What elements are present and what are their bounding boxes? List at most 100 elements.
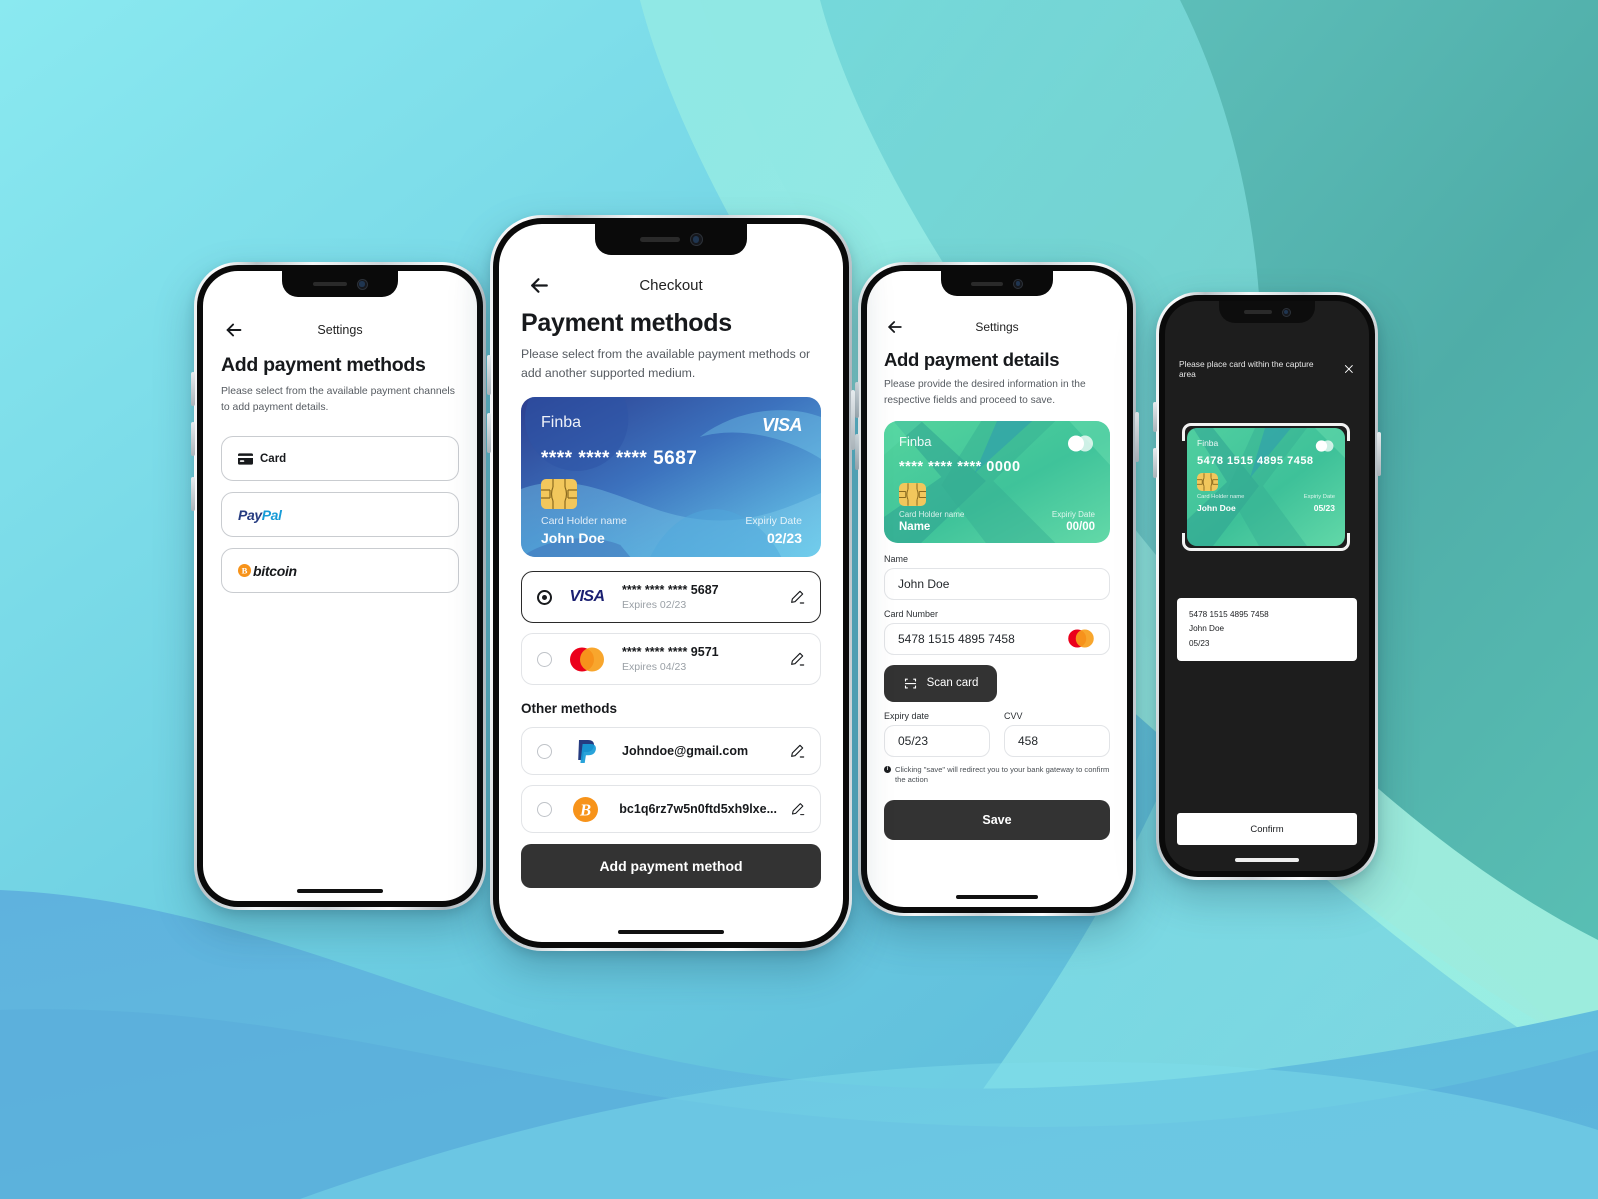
svg-text:B: B	[242, 566, 248, 576]
volume-up-button[interactable]	[1153, 402, 1157, 432]
card-holder-label: Card Holder name	[899, 509, 965, 519]
scan-frame-icon	[904, 678, 916, 689]
power-button[interactable]	[1377, 432, 1381, 476]
method-row-mastercard[interactable]: **** **** **** 9571 Expires 04/23	[521, 633, 821, 686]
name-input[interactable]: John Doe	[884, 567, 1110, 600]
method-row-visa[interactable]: VISA **** **** **** 5687 Expires 02/23	[521, 571, 821, 624]
card-holder-name: Name	[899, 520, 931, 533]
radio-mastercard[interactable]	[537, 651, 552, 667]
capture-area: Finba 5478 1515 4895 7458 Card Holder na…	[1182, 423, 1350, 551]
earpiece-speaker	[1243, 310, 1272, 314]
volume-up-button[interactable]	[487, 355, 491, 395]
method-row-paypal[interactable]: Johndoe@gmail.com	[521, 727, 821, 776]
card-expiry-label: Expiriy Date	[1303, 494, 1335, 500]
phone-checkout: Checkout Payment methods Please select f…	[487, 215, 855, 951]
front-camera-icon	[689, 233, 703, 246]
confirm-button-label: Confirm	[1250, 823, 1284, 835]
credit-card-icon	[238, 453, 253, 465]
card-number: **** **** **** 5687	[541, 448, 698, 470]
phone1-option-list: Card PayPal B bitcoin	[221, 436, 459, 594]
front-camera-icon	[1013, 278, 1023, 289]
paypal-logo	[565, 738, 609, 764]
volume-up-button[interactable]	[191, 372, 195, 406]
card-holder-label: Card Holder name	[1197, 494, 1245, 500]
card-number-field-label: Card Number	[884, 608, 939, 619]
bitcoin-logo: B	[565, 796, 606, 822]
expiry-input[interactable]: 05/23	[884, 724, 990, 757]
pencil-icon[interactable]	[790, 801, 805, 817]
card-holder-name: John Doe	[541, 530, 605, 547]
volume-up-button[interactable]	[855, 382, 859, 418]
pencil-icon[interactable]	[789, 589, 805, 605]
volume-down-button[interactable]	[855, 434, 859, 470]
cvv-field-label: CVV	[1004, 710, 1023, 721]
phone3-nav-title: Settings	[975, 320, 1019, 334]
saved-cards-list: VISA **** **** **** 5687 Expires 02/23 *…	[521, 571, 821, 686]
card-content: Finba 5478 1515 4895 7458 Card Holder na…	[1187, 428, 1345, 546]
power-button[interactable]	[851, 390, 855, 450]
card-holder-label: Card Holder name	[541, 515, 627, 528]
capture-edge-top	[1216, 423, 1316, 426]
mastercard-logo	[1315, 439, 1335, 457]
volume-down-button[interactable]	[487, 413, 491, 453]
option-paypal[interactable]: PayPal	[221, 492, 459, 538]
method-visa-number: **** **** **** 5687	[622, 583, 719, 598]
option-card-label: Card	[260, 452, 287, 465]
phone4-screen: Please place card within the capture are…	[1165, 301, 1369, 871]
scan-result-panel: 5478 1515 4895 7458 John Doe 05/23	[1177, 598, 1357, 662]
confirm-button[interactable]: Confirm	[1177, 813, 1357, 845]
card-number-input[interactable]: 5478 1515 4895 7458	[884, 622, 1110, 655]
volume-down-button[interactable]	[1153, 448, 1157, 478]
card-brand-name: Finba	[541, 414, 582, 432]
front-camera-icon	[356, 278, 368, 290]
option-card[interactable]: Card	[221, 436, 459, 482]
scan-result-expiry: 05/23	[1189, 638, 1210, 648]
save-button-label: Save	[982, 813, 1012, 828]
front-camera-icon	[1281, 307, 1291, 317]
method-row-bitcoin[interactable]: B bc1q6rz7w5n0ftd5xh9lxe...	[521, 785, 821, 834]
option-bitcoin[interactable]: B bitcoin	[221, 548, 459, 594]
earpiece-speaker	[971, 281, 1003, 286]
pencil-icon[interactable]	[789, 651, 805, 667]
payment-form: Name John Doe Card Number 5478 1515 4895…	[884, 554, 1110, 841]
save-button[interactable]: Save	[884, 800, 1110, 841]
card-content: Finba VISA **** **** **** 5687 Card Hold…	[521, 397, 821, 557]
earpiece-speaker	[639, 237, 680, 242]
mastercard-logo	[1067, 435, 1095, 457]
card-chip-icon	[541, 479, 577, 510]
paypal-logo: PayPal	[238, 506, 282, 523]
scan-card-button[interactable]: Scan card	[884, 664, 997, 702]
option-bitcoin-label: bitcoin	[253, 562, 297, 579]
method-bitcoin-address: bc1q6rz7w5n0ftd5xh9lxe...	[619, 802, 777, 817]
pencil-icon[interactable]	[789, 743, 805, 759]
card-brand-name: Finba	[899, 433, 932, 449]
add-payment-method-label: Add payment method	[599, 858, 743, 875]
card-content: Finba **** **** **** 0000 Card Holder na…	[884, 421, 1110, 543]
method-mastercard-number: **** **** **** 9571	[622, 645, 719, 660]
scan-result-card-number: 5478 1515 4895 7458	[1189, 610, 1269, 619]
expiry-field-label: Expiry date	[884, 710, 930, 721]
scanned-card-preview: Finba 5478 1515 4895 7458 Card Holder na…	[1187, 428, 1345, 546]
power-button[interactable]	[191, 477, 195, 511]
scanner-instruction: Please place card within the capture are…	[1179, 359, 1314, 379]
cvv-input[interactable]: 458	[1004, 724, 1110, 757]
phone-add-payment-methods: Settings Add payment methods Please sele…	[191, 262, 486, 910]
visa-logo: VISA	[761, 415, 803, 436]
home-indicator	[297, 889, 383, 893]
phone2-nav-title: Checkout	[639, 276, 703, 294]
radio-bitcoin[interactable]	[537, 801, 552, 817]
phone2-subtitle: Please select from the available payment…	[521, 347, 811, 381]
power-button[interactable]	[1135, 412, 1139, 462]
earpiece-speaker	[312, 282, 347, 286]
radio-visa[interactable]	[537, 589, 552, 605]
visa-logo: VISA	[569, 588, 606, 606]
name-input-value: John Doe	[898, 576, 950, 591]
add-payment-method-button[interactable]: Add payment method	[521, 844, 821, 889]
close-icon[interactable]	[1343, 363, 1355, 375]
phone3-screen: Settings Add payment details Please prov…	[867, 271, 1127, 907]
card-number-input-value: 5478 1515 4895 7458	[898, 631, 1015, 646]
volume-down-button[interactable]	[191, 422, 195, 456]
radio-paypal[interactable]	[537, 743, 552, 759]
phone1-subtitle: Please select from the available payment…	[221, 386, 455, 414]
phone2-screen: Checkout Payment methods Please select f…	[499, 224, 843, 942]
